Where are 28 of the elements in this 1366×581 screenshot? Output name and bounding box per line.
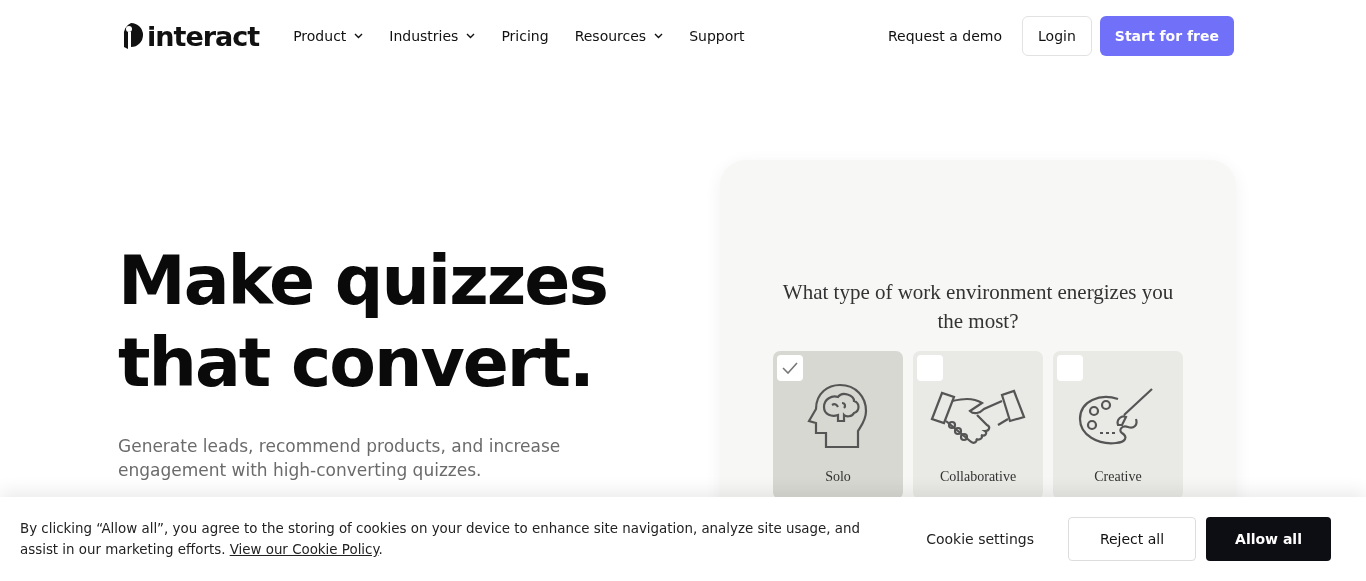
reject-all-button[interactable]: Reject all bbox=[1068, 517, 1196, 561]
chevron-down-icon bbox=[654, 33, 664, 39]
checkbox[interactable] bbox=[917, 354, 943, 381]
start-button[interactable]: Start for free bbox=[1099, 16, 1234, 56]
nav-item[interactable]: Product bbox=[293, 28, 364, 44]
cookie-policy-link[interactable]: View our Cookie Policy bbox=[229, 542, 379, 557]
nav-item[interactable]: Pricing bbox=[501, 28, 549, 44]
nav-item[interactable]: Resources bbox=[574, 28, 664, 44]
checkbox[interactable] bbox=[777, 354, 803, 381]
quiz-option[interactable]: Collaborative bbox=[913, 350, 1043, 499]
request-demo-link[interactable]: Request a demo bbox=[888, 28, 1003, 44]
hero-subtitle: Generate leads, recommend products, and increase engagement with high-converting quizzes. bbox=[118, 435, 562, 482]
quiz-option[interactable]: Solo bbox=[773, 350, 903, 499]
chevron-down-icon bbox=[466, 33, 476, 39]
nav-item[interactable]: Support bbox=[689, 28, 745, 44]
logo-text[interactable]: interact bbox=[147, 20, 260, 52]
checkbox[interactable] bbox=[1057, 354, 1083, 381]
quiz-question: What type of work environment energizes you the most? bbox=[781, 279, 1175, 336]
check-icon bbox=[782, 361, 798, 374]
chevron-down-icon bbox=[354, 33, 364, 39]
quiz-option[interactable]: Creative bbox=[1053, 350, 1183, 499]
hero-headline: that convert. bbox=[118, 322, 593, 404]
cookie-notice: By clicking “Allow all”, you agree to the storing of cookies on your device to enhance site navigation, analyze site usage, and assist in our marketing efforts. View our Cookie Policy. bbox=[20, 520, 862, 559]
nav-item[interactable]: Industries bbox=[389, 28, 476, 44]
cookie-settings-button[interactable]: Cookie settings bbox=[906, 517, 1054, 561]
allow-all-button[interactable]: Allow all bbox=[1206, 517, 1331, 561]
hero-headline: Make quizzes bbox=[118, 240, 607, 322]
login-button[interactable]: Login bbox=[1022, 16, 1092, 56]
